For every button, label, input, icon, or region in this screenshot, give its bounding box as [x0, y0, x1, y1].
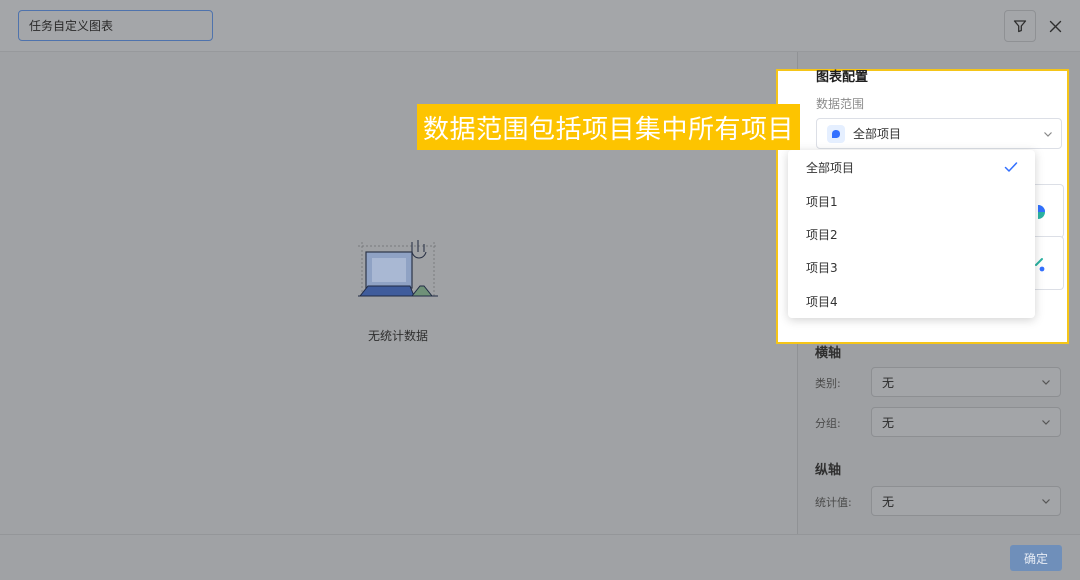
data-range-dropdown: 全部项目 项目1 项目2 项目3 项目4 [788, 150, 1035, 318]
filter-button[interactable] [1004, 10, 1036, 42]
option-label: 项目2 [806, 227, 838, 242]
line-chart-icon [1035, 258, 1045, 272]
option-label: 项目4 [806, 294, 838, 309]
stat-value-select[interactable]: 无 [871, 486, 1061, 516]
config-title: 图表配置 [816, 70, 869, 85]
project-icon [827, 124, 845, 143]
data-range-value: 全部项目 [853, 127, 902, 141]
dropdown-option[interactable]: 项目2 [788, 218, 1035, 251]
empty-laptop-illustration [358, 240, 438, 298]
option-label: 项目1 [806, 194, 838, 209]
dropdown-option[interactable]: 全部项目 [788, 151, 1035, 184]
chevron-down-icon [1042, 499, 1050, 504]
stat-value-label: 统计值: [815, 496, 852, 509]
chevron-down-icon [1042, 380, 1050, 385]
group-select-value: 无 [882, 415, 895, 430]
option-label: 项目3 [806, 261, 838, 276]
close-icon [1049, 20, 1061, 32]
data-range-select[interactable]: 全部项目 [816, 118, 1062, 149]
confirm-button[interactable]: 确定 [1010, 545, 1062, 571]
category-label: 类别: [815, 377, 841, 390]
dropdown-option[interactable]: 项目3 [788, 251, 1035, 284]
footer-bar [0, 534, 1080, 580]
close-button[interactable] [1039, 10, 1071, 42]
option-label: 全部项目 [806, 161, 855, 176]
pie-chart-icon [1038, 205, 1045, 219]
chevron-down-icon [1042, 420, 1050, 425]
category-select-value: 无 [882, 375, 895, 390]
filter-icon [1013, 20, 1027, 33]
empty-state-text: 无统计数据 [367, 329, 428, 343]
x-axis-title: 横轴 [815, 346, 842, 361]
dropdown-option[interactable]: 项目4 [788, 285, 1035, 318]
dropdown-option[interactable]: 项目1 [788, 184, 1035, 217]
data-range-label: 数据范围 [816, 97, 865, 111]
group-label: 分组: [815, 417, 841, 430]
y-axis-title: 纵轴 [815, 463, 842, 478]
check-icon [1004, 162, 1018, 172]
stat-value-select-value: 无 [882, 494, 895, 509]
group-select[interactable]: 无 [871, 407, 1061, 437]
category-select[interactable]: 无 [871, 367, 1061, 397]
chart-name-input[interactable] [18, 10, 213, 41]
chevron-down-icon [1044, 132, 1052, 137]
callout-annotation: 数据范围包括项目集中所有项目 [417, 104, 800, 150]
